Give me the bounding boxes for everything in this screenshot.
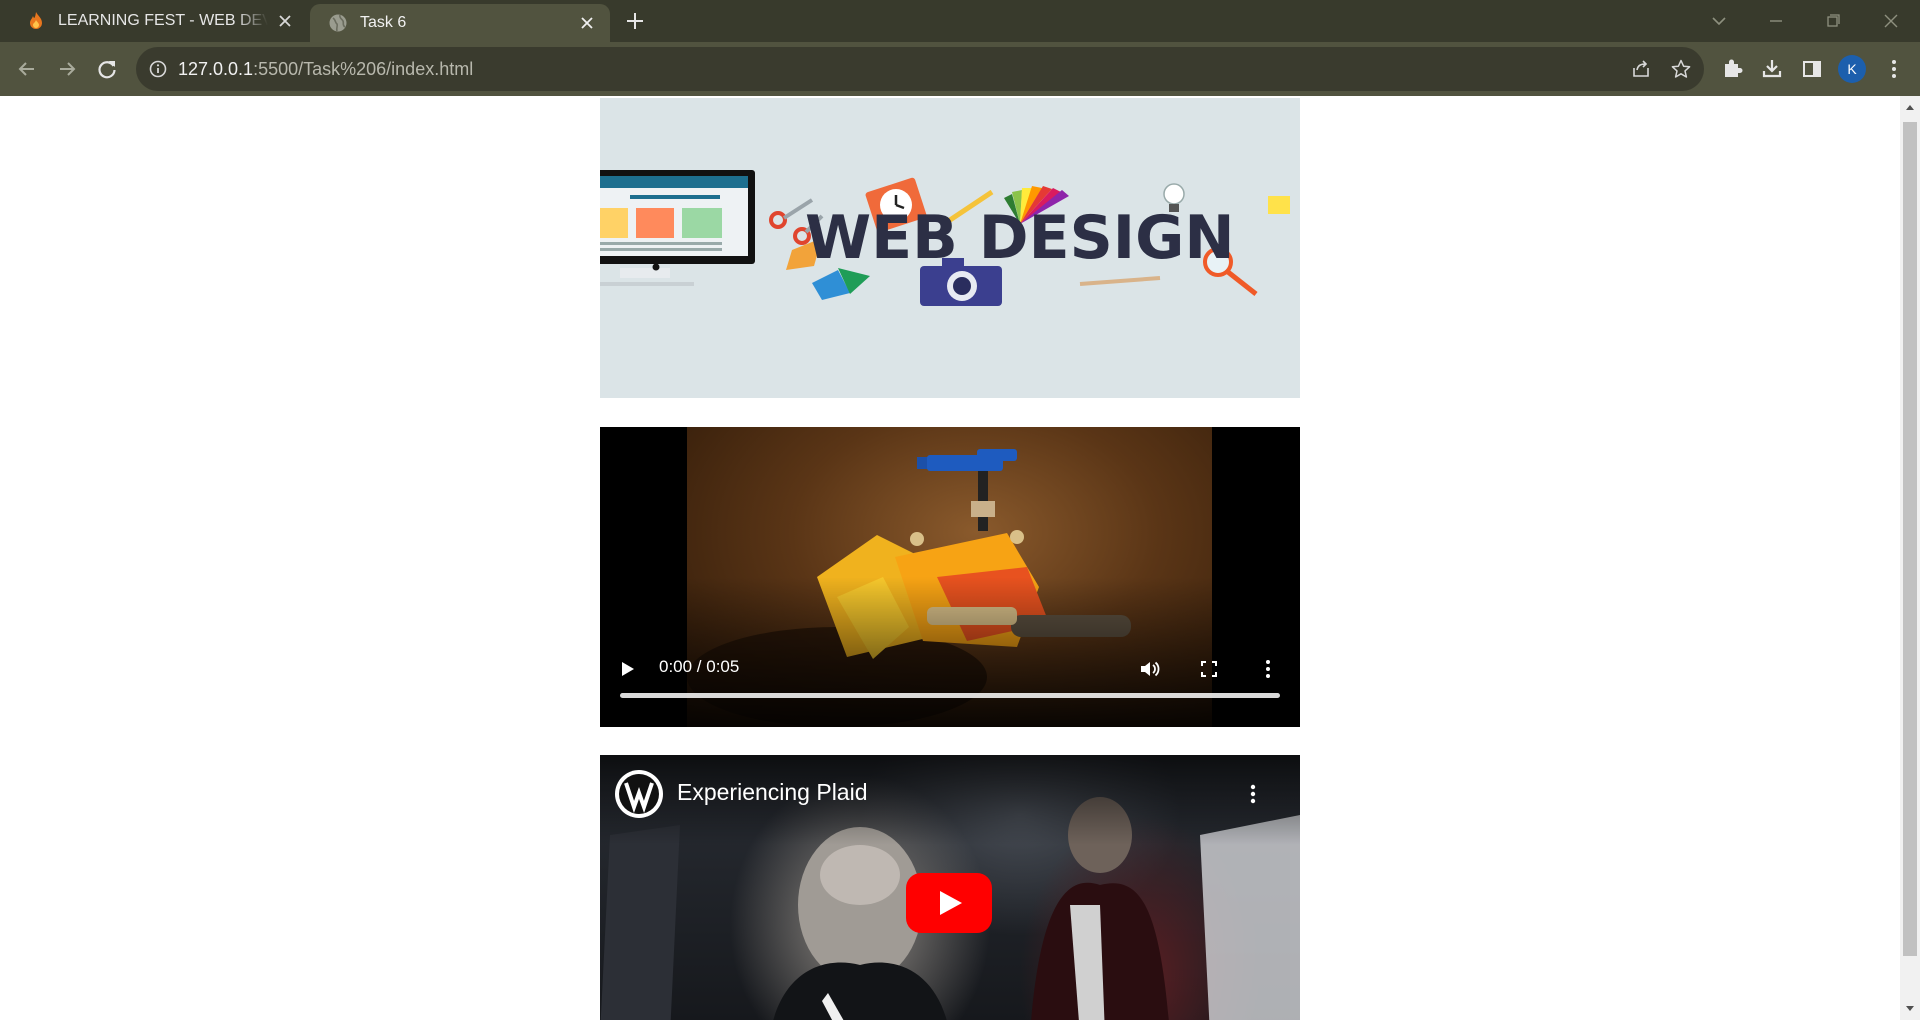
page-scrollbar[interactable] <box>1900 96 1920 1020</box>
video-time: 0:00 / 0:05 <box>659 657 740 676</box>
fullscreen-icon[interactable] <box>1196 656 1222 682</box>
tab-title: LEARNING FEST - WEB DEVELOPMENT <box>58 12 268 29</box>
tab-task-6[interactable]: Task 6 <box>310 4 610 42</box>
youtube-video-title[interactable]: Experiencing Plaid <box>677 779 868 806</box>
scrollbar-thumb[interactable] <box>1903 122 1917 956</box>
tab-title: Task 6 <box>360 14 407 31</box>
reload-icon[interactable] <box>93 55 121 83</box>
browser-toolbar: 127.0.0.1:5500/Task%206/index.html K <box>0 42 1920 96</box>
tab-learning-fest[interactable]: LEARNING FEST - WEB DEVELOPMENT <box>8 0 308 42</box>
profile-avatar[interactable]: K <box>1838 55 1866 83</box>
video-player[interactable]: 0:00 / 0:05 <box>600 427 1300 727</box>
monitor-icon <box>600 170 755 286</box>
close-window-icon[interactable] <box>1878 8 1904 34</box>
more-vert-icon[interactable] <box>1240 781 1266 807</box>
page-viewport: WEB DESIGN 0:00 / 0:05 Experiencing Plai… <box>0 96 1900 1020</box>
download-icon[interactable] <box>1758 55 1786 83</box>
forward-icon[interactable] <box>53 55 81 83</box>
video-progress-track[interactable] <box>620 693 1280 698</box>
chrome-menu-icon[interactable] <box>1880 55 1908 83</box>
youtube-embed[interactable]: Experiencing Plaid <box>600 755 1300 1020</box>
url-path: :5500/Task%206/index.html <box>253 59 474 79</box>
site-info-icon[interactable] <box>148 59 168 79</box>
channel-logo-icon[interactable] <box>614 769 664 819</box>
back-icon[interactable] <box>13 55 41 83</box>
play-icon[interactable] <box>614 656 640 682</box>
extensions-icon[interactable] <box>1718 55 1746 83</box>
address-bar[interactable]: 127.0.0.1:5500/Task%206/index.html <box>136 47 1704 91</box>
scroll-down-icon[interactable] <box>1904 1002 1916 1014</box>
minimize-icon[interactable] <box>1763 8 1789 34</box>
url-host: 127.0.0.1 <box>178 59 254 79</box>
tab-search-icon[interactable] <box>1706 8 1732 34</box>
globe-icon <box>329 14 347 32</box>
fire-icon <box>30 12 42 29</box>
scroll-up-icon[interactable] <box>1904 102 1916 114</box>
web-design-banner-image: WEB DESIGN <box>600 98 1300 398</box>
share-icon[interactable] <box>1630 58 1652 80</box>
close-tab-icon[interactable] <box>578 14 596 32</box>
banner-headline: WEB DESIGN <box>805 203 1235 273</box>
url-text: 127.0.0.1:5500/Task%206/index.html <box>178 59 473 80</box>
youtube-play-button-icon[interactable] <box>906 873 992 933</box>
volume-icon[interactable] <box>1136 656 1162 682</box>
bookmark-star-icon[interactable] <box>1670 58 1692 80</box>
side-panel-icon[interactable] <box>1798 55 1826 83</box>
close-tab-icon[interactable] <box>276 12 294 30</box>
video-controls-shade <box>600 577 1300 727</box>
restore-icon[interactable] <box>1820 8 1846 34</box>
new-tab-icon[interactable] <box>624 10 646 32</box>
more-vert-icon[interactable] <box>1255 656 1281 682</box>
tab-strip: LEARNING FEST - WEB DEVELOPMENT Task 6 <box>0 0 1920 42</box>
